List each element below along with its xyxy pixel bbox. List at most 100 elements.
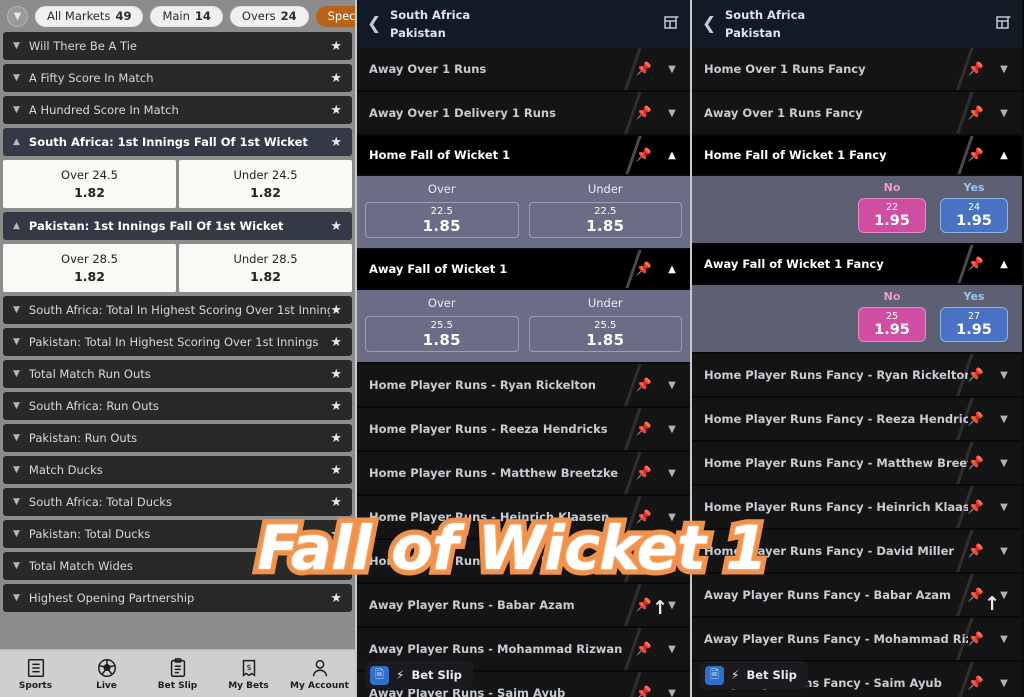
favorite-star-icon[interactable]: ★ <box>330 527 342 542</box>
bet-slip-chip[interactable]: 🖹 ⚡ Bet Slip <box>365 661 473 689</box>
favorite-star-icon[interactable]: ★ <box>330 367 342 382</box>
chevron-down-icon[interactable]: ▼ <box>666 108 678 119</box>
pin-icon[interactable]: 📌 <box>636 62 652 77</box>
chevron-down-icon[interactable]: ▼ <box>666 644 678 655</box>
pin-icon[interactable]: 📌 <box>968 412 984 427</box>
market-row[interactable]: Home Player Runs - Reeza Hendricks 📌 ▼ <box>357 408 690 450</box>
chevron-down-icon[interactable]: ▼ <box>666 688 678 697</box>
pin-icon[interactable]: 📌 <box>636 510 652 525</box>
pin-icon[interactable]: 📌 <box>968 632 984 647</box>
favorite-star-icon[interactable]: ★ <box>330 219 342 234</box>
market-row[interactable]: Home Player Runs Fancy - Matthew Breetzk… <box>692 442 1022 484</box>
chevron-down-icon[interactable]: ▼ <box>998 108 1010 119</box>
market-row[interactable]: Away Over 1 Delivery 1 Runs 📌 ▼ <box>357 92 690 134</box>
nav-item-bet-slip[interactable]: Bet Slip <box>142 657 213 691</box>
chevron-down-icon[interactable]: ▼ <box>666 468 678 479</box>
market-row[interactable]: Away Over 1 Runs 📌 ▼ <box>357 48 690 90</box>
pin-icon[interactable]: 📌 <box>968 544 984 559</box>
odds-button-no[interactable]: 25 1.95 <box>858 307 926 342</box>
chevron-up-icon[interactable]: ▲ <box>666 264 678 275</box>
market-row[interactable]: Home Player Runs - Heinrich Klaasen 📌 ▼ <box>357 496 690 538</box>
chevron-down-icon[interactable]: ▼ <box>998 64 1010 75</box>
expand-all-chevron-icon[interactable]: ▼ <box>7 5 28 27</box>
favorite-star-icon[interactable]: ★ <box>330 495 342 510</box>
chevron-down-icon[interactable]: ▼ <box>666 380 678 391</box>
chevron-left-icon[interactable]: ❮ <box>702 14 716 34</box>
market-row[interactable]: ▼ South Africa: Total In Highest Scoring … <box>3 296 352 324</box>
favorite-star-icon[interactable]: ★ <box>330 463 342 478</box>
chevron-down-icon[interactable]: ▼ <box>998 370 1010 381</box>
chevron-down-icon[interactable]: ▼ <box>998 678 1010 689</box>
market-row[interactable]: ▲ Pakistan: 1st Innings Fall Of 1st Wicke… <box>3 212 352 240</box>
pin-icon[interactable]: 📌 <box>636 378 652 393</box>
chevron-down-icon[interactable]: ▼ <box>998 634 1010 645</box>
nav-item-live[interactable]: Live <box>71 657 142 691</box>
odds-button[interactable]: 22.5 1.85 <box>365 202 519 238</box>
odds-button[interactable]: Over 24.5 1.82 <box>3 160 176 208</box>
chevron-down-icon[interactable]: ▼ <box>666 64 678 75</box>
market-row[interactable]: Home Player Runs - Ryan Rickelton 📌 ▼ <box>357 364 690 406</box>
chevron-up-icon[interactable]: ▲ <box>666 150 678 161</box>
scroll-up-arrow-icon[interactable]: ↑ <box>984 593 1000 615</box>
favorite-star-icon[interactable]: ★ <box>330 335 342 350</box>
favorite-star-icon[interactable]: ★ <box>330 135 342 150</box>
market-row[interactable]: ▼ Total Match Wides ★ <box>3 552 352 580</box>
bet-slip-chip[interactable]: 🖹 ⚡ Bet Slip <box>700 661 808 689</box>
pin-icon[interactable]: 📌 <box>636 262 652 277</box>
chevron-down-icon[interactable]: ▼ <box>666 556 678 567</box>
scorecard-icon[interactable] <box>995 14 1012 35</box>
market-row[interactable]: ▼ Match Ducks ★ <box>3 456 352 484</box>
pin-icon[interactable]: 📌 <box>636 148 652 163</box>
favorite-star-icon[interactable]: ★ <box>330 399 342 414</box>
odds-button-no[interactable]: 22 1.95 <box>858 198 926 233</box>
chevron-down-icon[interactable]: ▼ <box>998 458 1010 469</box>
market-row[interactable]: Home Player Runs Fancy - Ryan Rickelton 📌… <box>692 354 1022 396</box>
market-row[interactable]: Home Player Runs - Matthew Breetzke 📌 ▼ <box>357 452 690 494</box>
odds-button[interactable]: Under 24.5 1.82 <box>179 160 352 208</box>
market-row[interactable]: Away Player Runs Fancy - Mohammad Rizwan… <box>692 618 1022 660</box>
chevron-down-icon[interactable]: ▼ <box>998 414 1010 425</box>
odds-button[interactable]: 25.5 1.85 <box>365 316 519 352</box>
market-row[interactable]: ▼ A Fifty Score In Match ★ <box>3 64 352 92</box>
market-row[interactable]: Home Over 1 Runs Fancy 📌 ▼ <box>692 48 1022 90</box>
filter-pill-overs[interactable]: Overs 24 <box>229 5 309 27</box>
odds-button[interactable]: Over 28.5 1.82 <box>3 244 176 292</box>
pin-icon[interactable]: 📌 <box>968 148 984 163</box>
market-row[interactable]: ▼ South Africa: Total Ducks ★ <box>3 488 352 516</box>
favorite-star-icon[interactable]: ★ <box>330 103 342 118</box>
pin-icon[interactable]: 📌 <box>968 62 984 77</box>
market-row[interactable]: Home Fall of Wicket 1 Fancy 📌 ▲ <box>692 136 1022 174</box>
favorite-star-icon[interactable]: ★ <box>330 591 342 606</box>
nav-item-my-account[interactable]: My Account <box>284 657 355 691</box>
pin-icon[interactable]: 📌 <box>968 106 984 121</box>
pin-icon[interactable]: 📌 <box>968 676 984 691</box>
pin-icon[interactable]: 📌 <box>636 422 652 437</box>
pin-icon[interactable]: 📌 <box>636 598 652 613</box>
market-row[interactable]: ▼ Pakistan: Total Ducks ★ <box>3 520 352 548</box>
pin-icon[interactable]: 📌 <box>968 368 984 383</box>
filter-pill-specials[interactable]: Specials15 <box>315 5 355 27</box>
scorecard-icon[interactable] <box>663 14 680 35</box>
market-row[interactable]: Away Fall of Wicket 1 Fancy 📌 ▲ <box>692 245 1022 283</box>
market-row[interactable]: Home Player Runs Fancy - David Miller 📌 ▼ <box>692 530 1022 572</box>
favorite-star-icon[interactable]: ★ <box>330 39 342 54</box>
market-row[interactable]: Away Fall of Wicket 1 📌 ▲ <box>357 250 690 288</box>
chevron-left-icon[interactable]: ❮ <box>367 14 381 34</box>
pin-icon[interactable]: 📌 <box>636 106 652 121</box>
nav-item-sports[interactable]: Sports <box>0 657 71 691</box>
scroll-up-arrow-icon[interactable]: ↑ <box>652 597 668 619</box>
pin-icon[interactable]: 📌 <box>968 456 984 471</box>
pin-icon[interactable]: 📌 <box>636 466 652 481</box>
chevron-up-icon[interactable]: ▲ <box>998 259 1010 270</box>
pin-icon[interactable]: 📌 <box>636 554 652 569</box>
market-row[interactable]: ▼ Pakistan: Run Outs ★ <box>3 424 352 452</box>
market-row[interactable]: ▲ South Africa: 1st Innings Fall Of 1st W… <box>3 128 352 156</box>
odds-button[interactable]: 22.5 1.85 <box>528 202 682 238</box>
pin-icon[interactable]: 📌 <box>968 500 984 515</box>
nav-item-my-bets[interactable]: $ My Bets <box>213 657 284 691</box>
odds-button[interactable]: Under 28.5 1.82 <box>179 244 352 292</box>
market-row[interactable]: ▼ Total Match Run Outs ★ <box>3 360 352 388</box>
odds-button-yes[interactable]: 24 1.95 <box>940 198 1008 233</box>
filter-pill-all-markets[interactable]: All Markets 49 <box>35 5 144 27</box>
market-row[interactable]: ▼ South Africa: Run Outs ★ <box>3 392 352 420</box>
